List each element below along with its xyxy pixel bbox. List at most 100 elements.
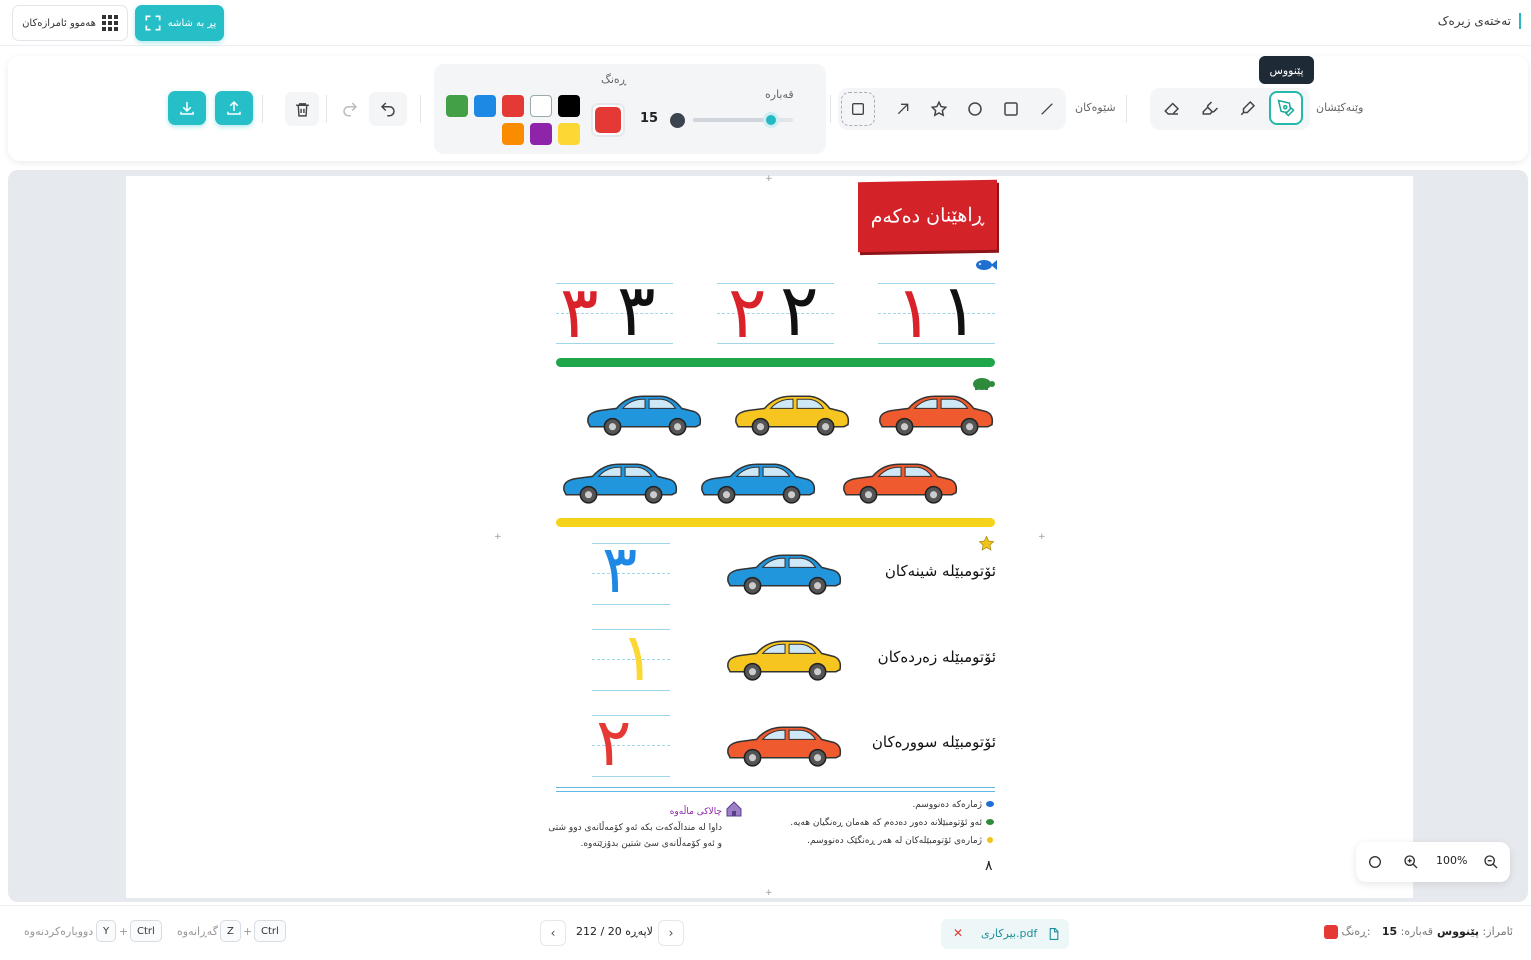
- blue-car-image: [722, 547, 844, 602]
- status-bar: ئامراز: پێنووس قەبارە: 15 ڕەنگ: ✕ بیرکار…: [0, 905, 1531, 960]
- blue-car-image: [696, 456, 818, 511]
- size-label: قەبارە: [765, 88, 794, 101]
- upload-button[interactable]: [215, 91, 253, 125]
- close-file-icon[interactable]: ✕: [953, 926, 963, 940]
- pen-icon: [1277, 99, 1295, 117]
- size-value: 15: [640, 111, 659, 126]
- divider: [420, 95, 421, 123]
- divider: [830, 95, 831, 123]
- y-key: Y: [96, 920, 117, 942]
- star-tool[interactable]: [922, 92, 956, 126]
- grid-icon: [101, 15, 118, 31]
- blue-car-image: [558, 456, 680, 511]
- number-one: ١: [940, 268, 979, 352]
- undo-icon: [380, 102, 395, 117]
- blue-car-image: [582, 388, 704, 443]
- reset-zoom-icon[interactable]: [1367, 854, 1383, 870]
- redo-hint: دووبارەکردنەوە: [24, 925, 94, 938]
- select-tool[interactable]: [841, 92, 875, 126]
- plus-sign: +: [119, 925, 129, 938]
- z-key: Z: [220, 920, 241, 942]
- all-tools-label: هەموو ئامرازەکان: [22, 17, 96, 29]
- arrow-tool[interactable]: [886, 92, 920, 126]
- top-bar: تەختەی زیرەک پڕ بە شاشە هەموو ئامرازەکان: [0, 0, 1531, 46]
- number-three: ٣: [617, 268, 656, 352]
- swatch-black[interactable]: [558, 95, 580, 117]
- swatch-purple[interactable]: [530, 123, 552, 145]
- label-red-cars: ئۆتومبێلە سوورەکان: [871, 733, 996, 751]
- star-bullet-icon: [978, 535, 995, 551]
- zoom-out-icon[interactable]: [1483, 854, 1499, 870]
- line-icon: [1041, 103, 1053, 115]
- rectangle-tool[interactable]: [994, 92, 1028, 126]
- yellow-divider-stroke: [556, 518, 995, 527]
- swatch-orange[interactable]: [502, 123, 524, 145]
- all-tools-button[interactable]: هەموو ئامرازەکان: [12, 5, 128, 41]
- swatch-white[interactable]: [530, 95, 552, 117]
- status-size-value: 15: [1381, 925, 1398, 938]
- swatch-blue[interactable]: [474, 95, 496, 117]
- instruction-3: ژمارەی ئۆتومبێلەکان لە هەر ڕەنگێک دەنووس…: [807, 836, 982, 846]
- status-color: ڕەنگ:: [1324, 925, 1371, 939]
- crop-mark: +: [765, 174, 773, 184]
- status-color-label: ڕەنگ:: [1341, 925, 1371, 938]
- zoom-level: 100%: [1436, 854, 1468, 867]
- prev-page-button[interactable]: ‹: [540, 920, 566, 946]
- footer-line: [556, 791, 995, 792]
- size-preview-dot: [670, 113, 685, 128]
- undo-button[interactable]: [369, 92, 407, 126]
- eraser-tool[interactable]: [1155, 91, 1189, 125]
- circle-tool[interactable]: [958, 92, 992, 126]
- file-name: بیرکاری.pdf: [981, 927, 1038, 940]
- circle-icon: [968, 102, 982, 116]
- undo-hint: گەڕانەوە: [177, 925, 218, 938]
- ctrl-key-redo: Ctrl: [130, 920, 162, 942]
- green-divider-stroke: [556, 358, 995, 367]
- trash-icon: [295, 102, 309, 117]
- next-page-button[interactable]: ›: [658, 920, 684, 946]
- current-color-swatch[interactable]: [591, 103, 625, 137]
- upload-icon: [227, 100, 241, 115]
- size-slider[interactable]: [693, 112, 793, 128]
- shapes-label: شێوەکان: [1075, 101, 1116, 114]
- download-icon: [180, 102, 194, 115]
- status-tool: ئامراز: پێنووس: [1437, 925, 1513, 938]
- pen-tooltip: پێنووس: [1259, 56, 1314, 84]
- home-activity-text: داوا لە منداڵەکەت بکە ئەو کۆمەڵانەی دوو …: [548, 823, 722, 849]
- redo-icon: [343, 102, 358, 117]
- expand-icon: [145, 15, 161, 31]
- zoom-in-icon[interactable]: [1403, 854, 1419, 870]
- select-box-icon: [852, 103, 864, 115]
- line-tool[interactable]: [1030, 92, 1064, 126]
- footer-line: [556, 787, 995, 788]
- file-chip[interactable]: ✕ بیرکاری.pdf: [941, 919, 1069, 949]
- answer-yellow: ١: [620, 619, 656, 696]
- divider: [262, 95, 263, 123]
- house-icon: [726, 801, 742, 817]
- status-tool-value: پێنووس: [1437, 925, 1480, 938]
- worksheet-banner: ڕاهێنان دەکەم: [858, 179, 997, 253]
- answer-red: ٢: [596, 704, 632, 781]
- highlighter-tool[interactable]: [1193, 91, 1227, 125]
- drawing-label: وێنەکێشان: [1316, 101, 1364, 114]
- current-color-fill: [595, 107, 621, 133]
- size-slider-thumb[interactable]: [763, 112, 779, 128]
- plus-sign: +: [243, 925, 253, 938]
- star-icon: [930, 100, 948, 117]
- fullscreen-button[interactable]: پڕ بە شاشە: [135, 5, 224, 41]
- status-color-swatch: [1324, 925, 1338, 939]
- crop-mark: +: [494, 532, 502, 542]
- red-car-image: [722, 719, 844, 774]
- pen-tool[interactable]: [1269, 91, 1303, 125]
- swatch-green[interactable]: [446, 95, 468, 117]
- instruction-1: ژمارەکە دەنووسم.: [912, 800, 982, 810]
- download-button[interactable]: [168, 91, 206, 125]
- pdf-page[interactable]: [126, 176, 1413, 898]
- clear-button[interactable]: [285, 92, 319, 126]
- redo-button[interactable]: [331, 92, 369, 126]
- page-indicator: لاپەڕە 20 / 212: [576, 925, 653, 938]
- label-yellow-cars: ئۆتومبێلە زەردەکان: [877, 648, 996, 666]
- swatch-yellow[interactable]: [558, 123, 580, 145]
- marker-tool[interactable]: [1231, 91, 1265, 125]
- swatch-red[interactable]: [502, 95, 524, 117]
